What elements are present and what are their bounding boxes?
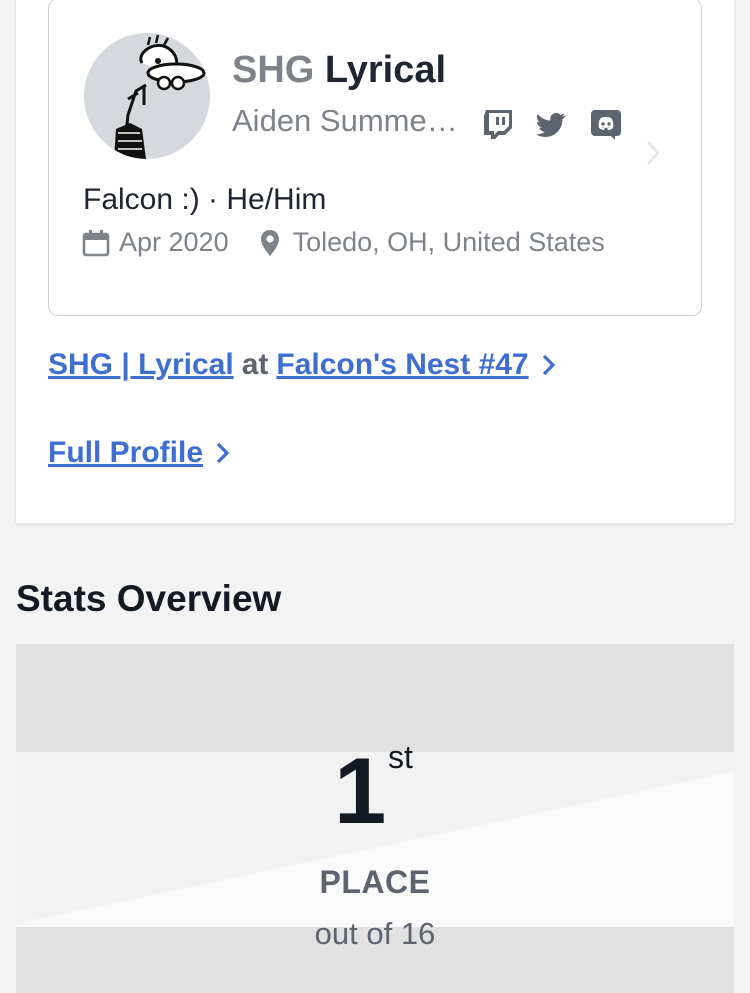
full-profile-link[interactable]: Full Profile (48, 436, 203, 470)
chevron-right-icon (645, 139, 661, 172)
sponsor-prefix: SHG (232, 49, 315, 91)
location-pin-icon (260, 229, 279, 256)
calendar-icon (82, 229, 110, 256)
player-bio: Falcon :) · He/Him (83, 183, 327, 216)
chevron-right-icon (216, 442, 230, 464)
full-profile-link-row[interactable]: Full Profile (48, 436, 231, 470)
avatar (84, 33, 210, 159)
discord-icon[interactable] (589, 107, 623, 141)
event-entry-link[interactable]: SHG | Lyrical at Falcon's Nest #47 (48, 348, 557, 382)
event-link[interactable]: Falcon's Nest #47 (276, 348, 528, 382)
avatar-cartoon-image (114, 34, 206, 159)
player-name: SHG Lyrical (232, 49, 446, 92)
chevron-right-icon (542, 354, 555, 376)
place-number: 1 (334, 738, 387, 843)
at-text: at (241, 348, 269, 381)
entrant-link[interactable]: SHG | Lyrical (48, 348, 234, 382)
social-links (481, 107, 623, 141)
place-suffix: st (388, 739, 413, 775)
joined-date: Apr 2020 (119, 227, 229, 257)
real-name: Aiden Summe… (232, 103, 458, 138)
placement-card: 1 st PLACE out of 16 (16, 644, 734, 993)
place-label: PLACE (319, 864, 431, 900)
profile-card: SHG Lyrical Aiden Summe… Falcon:) · He/… (16, 0, 734, 523)
player-summary-box[interactable]: SHG Lyrical Aiden Summe… Falcon:) · He/… (48, 0, 702, 316)
gamertag: Lyrical (324, 49, 447, 91)
twitch-icon[interactable] (481, 107, 515, 141)
place-total: out of 16 (314, 916, 436, 951)
stats-overview-title: Stats Overview (16, 578, 282, 619)
location-text: Toledo, OH, United States (292, 227, 605, 257)
player-meta: Apr 2020 Toledo, OH, United States (81, 227, 605, 258)
twitter-icon[interactable] (535, 107, 569, 141)
